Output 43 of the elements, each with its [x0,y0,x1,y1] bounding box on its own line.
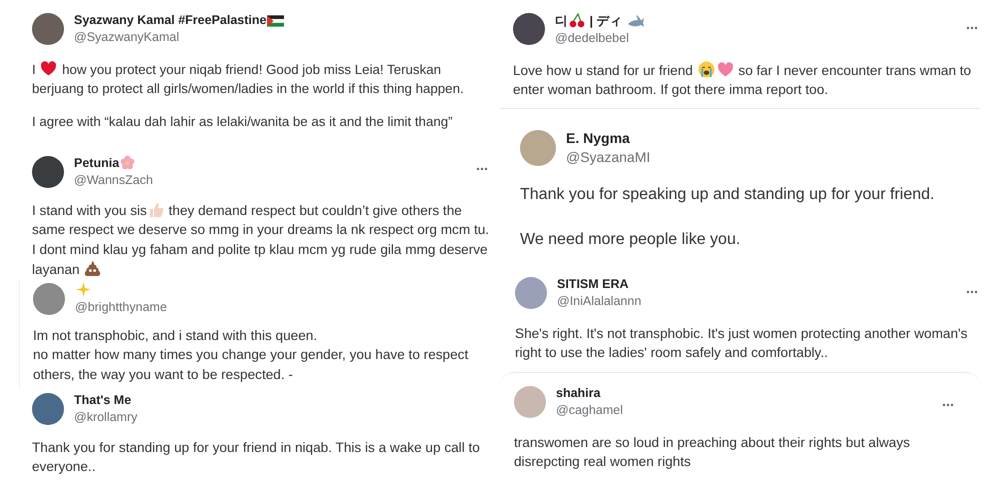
flower-icon [120,155,136,170]
heart-icon [40,60,58,77]
more-icon[interactable] [942,403,954,407]
flag-icon [267,15,284,27]
avatar[interactable] [32,156,64,188]
tweet-text: Thank you for speaking up and standing up for your friend. [520,184,936,205]
avatar[interactable] [32,392,64,425]
display-name: That's Me [74,392,132,409]
tweet-text: She's right. It's not transphobic. It's just women protecting another woman's right to use the ladies' room safely and comfortably.. [515,324,968,362]
more-icon[interactable] [966,26,978,30]
avatar[interactable] [32,12,64,45]
heart-icon [716,60,734,78]
tweet-text: We need more people like you. [520,230,742,250]
user-handle: @caghamel [556,402,623,419]
tweet-text: I agree with “kalau dah lahir as lelaki/wanita be as it and the limit thang” [32,113,454,132]
tweet-text: I stand with you sis they demand respect but couldn’t give others the same respect we deserve so mmg in your dreams la nk respect org mcm tu. I dont mind klau yg faham and polite tp klau mcm yg rude gila mmg deserve layanan [32,200,490,279]
cherry-icon [569,12,585,28]
tweet-text: transwomen are so loud in preaching about their rights but always disrepcting real women rights [514,434,911,472]
user-handle: @SyazanaMI [566,148,650,167]
tweet-text: Love how u stand for ur friend so far I never encounter trans wman to enter woman bathroom. If got there imma report too. [513,60,972,100]
user-handle: @WannsZach [74,172,153,189]
shark-icon [626,14,645,28]
poop-icon [84,260,102,277]
tweet-text: I how you protect your niqab friend! Good job miss Leia! Teruskan berjuang to protect all girls/women/ladies in the world if this thing happen. [32,60,465,98]
display-name: 디 | ディ [555,12,646,30]
display-name: E. Nygma [566,129,631,148]
thumbs-up-icon [148,202,164,218]
tweet-text: Im not transphobic, and i stand with this queen. no matter how many times you change your gender, you have to respect others, the way you want to be respected. - [33,326,470,384]
display-name: SITISM ERA [557,276,630,293]
more-icon[interactable] [476,167,488,171]
more-icon[interactable] [966,290,978,294]
display-name: shahira [556,385,602,402]
user-handle: @dedelbebel [555,30,630,47]
user-handle: @brightthyname [75,298,167,316]
display-name: Petunia [74,155,153,172]
display-name: Syazwany Kamal #FreePalastine [74,12,286,29]
user-handle: @krollamry [74,408,138,426]
avatar[interactable] [513,13,545,46]
user-handle: @SyazwanyKamal [74,28,180,46]
sparkle-icon [76,282,91,297]
tweet-text: Thank you for standing up for your friend in niqab. This is a wake up call to everyone.. [32,438,481,476]
crying-face-icon [698,60,715,78]
user-handle: @IniAlalalannn [557,292,642,310]
